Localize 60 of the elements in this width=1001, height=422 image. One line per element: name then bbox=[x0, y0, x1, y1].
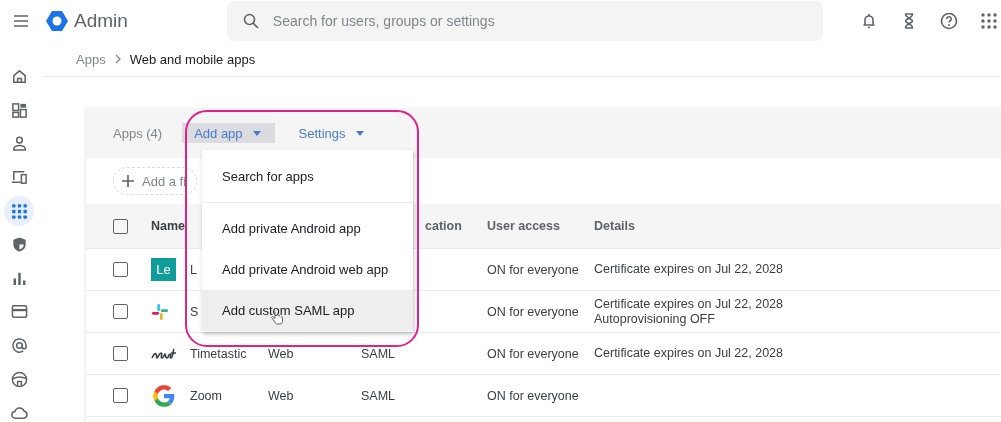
table-cell-text: Web bbox=[268, 388, 295, 403]
detail-text: Certificate expires on Jul 22, 2028 bbox=[594, 346, 784, 361]
table-cell-text: ON for everyone bbox=[487, 346, 580, 361]
person-icon bbox=[10, 135, 28, 153]
row-checkbox[interactable] bbox=[113, 388, 128, 403]
column-header: User access bbox=[487, 219, 560, 233]
table-cell-text: ON for everyone bbox=[487, 304, 580, 319]
search-icon bbox=[242, 13, 259, 29]
devices-icon bbox=[10, 169, 28, 187]
menu-item[interactable]: Search for apps bbox=[202, 150, 413, 203]
select-all-checkbox[interactable] bbox=[113, 218, 128, 234]
table-cell-text: ON for everyone bbox=[487, 388, 580, 403]
app-logo: Le bbox=[151, 258, 176, 281]
menu-item[interactable]: Add private Android app bbox=[202, 208, 413, 249]
table-cell-text: SAML bbox=[361, 388, 397, 403]
breadcrumb-current: Web and mobile apps bbox=[129, 51, 256, 67]
detail-text: Certificate expires on Jul 22, 2028 bbox=[594, 296, 784, 312]
add-filter-chip[interactable]: Add a fi bbox=[113, 167, 198, 195]
at-sign-icon bbox=[10, 337, 28, 355]
menu-icon[interactable] bbox=[13, 14, 29, 28]
dashboard-icon bbox=[10, 101, 28, 119]
nav-item[interactable] bbox=[4, 196, 34, 227]
brand-name: Admin bbox=[74, 10, 128, 32]
column-header: Name bbox=[151, 219, 186, 233]
row-checkbox[interactable] bbox=[113, 346, 128, 361]
chevron-right-icon bbox=[113, 54, 122, 64]
caret-icon bbox=[355, 130, 364, 136]
breadcrumb-link[interactable]: Apps bbox=[76, 51, 106, 67]
menu-item[interactable]: Add private Android web app bbox=[202, 249, 413, 290]
column-header: Details bbox=[594, 219, 635, 233]
shield-icon bbox=[10, 236, 28, 254]
cloud-icon bbox=[10, 404, 28, 422]
detail-text: Autoprovisioning OFF bbox=[594, 311, 716, 327]
apps-grid-icon bbox=[10, 202, 28, 220]
search-field[interactable]: Search for users, groups or settings bbox=[226, 1, 823, 41]
help-icon[interactable] bbox=[939, 12, 958, 30]
table-cell-text: SAML bbox=[361, 346, 397, 361]
google-g-logo-icon bbox=[151, 382, 177, 409]
steering-wheel-icon bbox=[10, 370, 28, 388]
caret-icon bbox=[252, 130, 261, 136]
settings-button[interactable]: Settings bbox=[286, 123, 376, 143]
app-name: L bbox=[190, 262, 197, 277]
column-header: cation bbox=[424, 219, 462, 233]
row-checkbox[interactable] bbox=[113, 262, 128, 277]
app-name: S bbox=[190, 304, 199, 319]
home-icon bbox=[10, 68, 28, 86]
script-logo-icon bbox=[151, 347, 179, 360]
row-checkbox[interactable] bbox=[113, 304, 128, 319]
plus-icon bbox=[122, 175, 134, 187]
table-cell-text: Web bbox=[268, 346, 295, 361]
app-name: Timetastic bbox=[190, 346, 247, 361]
hexagon-logo-icon bbox=[45, 9, 69, 33]
menu-item[interactable]: Add custom SAML app bbox=[202, 290, 413, 331]
app-name: Zoom bbox=[190, 388, 222, 403]
detail-text: Certificate expires on Jul 22, 2028 bbox=[594, 262, 784, 277]
credit-card-icon bbox=[10, 303, 28, 321]
pinwheel-logo-icon bbox=[151, 302, 169, 321]
apps-count-title: Apps (4) bbox=[113, 125, 163, 141]
table-cell-text: ON for everyone bbox=[487, 262, 580, 277]
apps-grid-icon[interactable] bbox=[979, 12, 998, 30]
